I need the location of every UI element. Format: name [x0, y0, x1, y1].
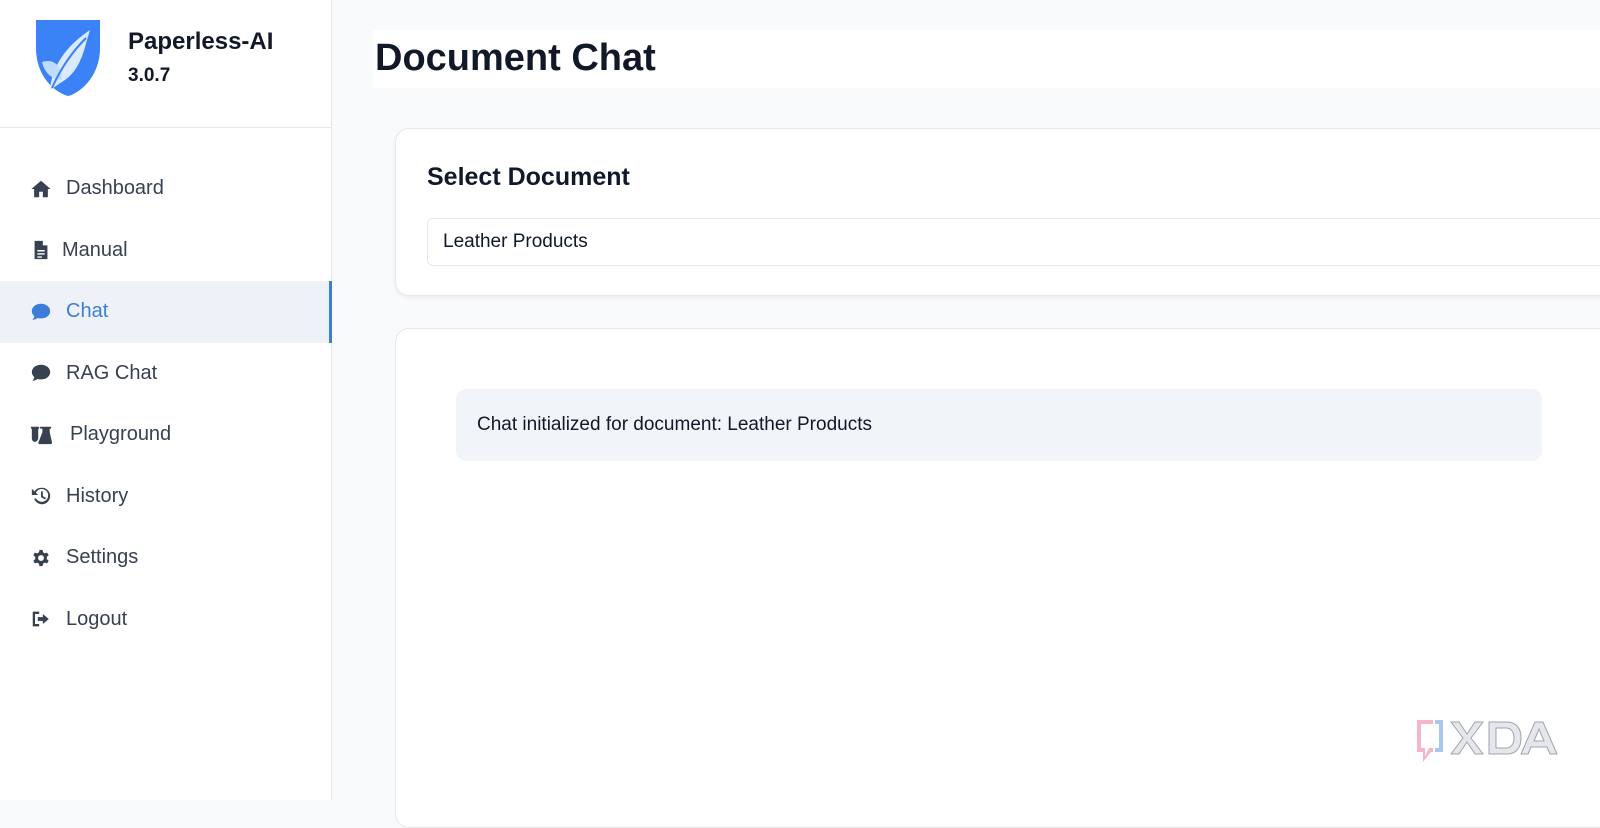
- sidebar-item-logout[interactable]: Logout: [0, 589, 332, 651]
- select-document-title: Select Document: [427, 163, 630, 191]
- document-select[interactable]: Leather Products: [427, 218, 1600, 266]
- sidebar-item-rag-chat[interactable]: RAG Chat: [0, 343, 332, 405]
- sidebar-item-settings[interactable]: Settings: [0, 527, 332, 589]
- page-header: Document Chat: [373, 30, 1600, 88]
- brand-header: Paperless-AI 3.0.7: [0, 0, 332, 128]
- file-icon: [30, 239, 52, 261]
- chat-bubble-icon: [30, 301, 52, 323]
- sidebar-item-manual[interactable]: Manual: [0, 220, 332, 282]
- history-icon: [30, 485, 52, 507]
- sidebar-item-dashboard[interactable]: Dashboard: [0, 158, 332, 220]
- sidebar-item-label: History: [66, 484, 129, 507]
- xda-watermark-logo: [1417, 720, 1558, 762]
- sidebar-item-playground[interactable]: Playground: [0, 404, 332, 466]
- app-name: Paperless-AI: [128, 28, 274, 55]
- sidebar-item-chat[interactable]: Chat: [0, 281, 332, 343]
- main-content: Document Chat Select Document Leather Pr…: [333, 0, 1600, 828]
- sidebar: Paperless-AI 3.0.7 Dashboard Manual Chat: [0, 0, 332, 800]
- chat-bubble-icon: [30, 362, 52, 384]
- sidebar-item-label: Chat: [66, 300, 109, 323]
- sidebar-item-label: Playground: [70, 423, 172, 446]
- logo-icon: [36, 20, 100, 96]
- sidebar-item-label: Settings: [66, 546, 139, 569]
- gear-icon: [30, 547, 52, 569]
- chat-message: Chat initialized for document: Leather P…: [456, 389, 1542, 461]
- sidebar-item-label: Logout: [66, 607, 128, 630]
- sidebar-item-history[interactable]: History: [0, 466, 332, 528]
- home-icon: [30, 178, 52, 200]
- logout-icon: [30, 608, 52, 630]
- page-title: Document Chat: [375, 37, 656, 79]
- app-version: 3.0.7: [128, 65, 171, 86]
- document-select-card: Select Document Leather Products: [395, 128, 1600, 296]
- flask-icon: [30, 424, 52, 446]
- sidebar-item-label: Manual: [62, 238, 128, 261]
- sidebar-item-label: Dashboard: [66, 177, 164, 200]
- sidebar-nav: Dashboard Manual Chat RAG Chat Playgroun…: [0, 158, 332, 650]
- sidebar-item-label: RAG Chat: [66, 361, 158, 384]
